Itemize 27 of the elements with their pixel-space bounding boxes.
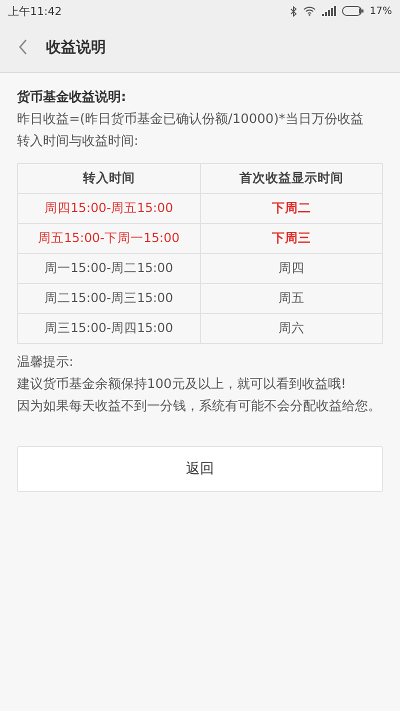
table-cell: 下周三 <box>200 224 382 254</box>
table-cell: 周四15:00-周五15:00 <box>18 194 200 224</box>
tip-text: 因为如果每天收益不到一分钱，系统有可能不会分配收益给您。 <box>17 398 382 416</box>
tips-title: 温馨提示: <box>17 354 74 372</box>
back-icon[interactable] <box>18 39 28 55</box>
table-cell: 周五15:00-下周一15:00 <box>18 224 200 254</box>
table-cell: 周一15:00-周二15:00 <box>18 254 200 284</box>
table-cell: 周二15:00-周三15:00 <box>18 284 200 314</box>
table-cell: 周六 <box>200 314 382 344</box>
section-heading: 货币基金收益说明: <box>17 88 128 107</box>
table-cell: 下周二 <box>200 194 382 224</box>
column-header: 转入时间 <box>18 164 200 194</box>
table-cell: 周三15:00-周四15:00 <box>18 314 200 344</box>
formula-text: 昨日收益=(昨日货币基金已确认份额/10000)*当日万份收益 <box>17 111 364 129</box>
bluetooth-icon <box>290 6 297 16</box>
wifi-icon <box>302 6 316 16</box>
battery-percent: 17% <box>370 6 392 16</box>
status-time: 上午11:42 <box>8 4 62 18</box>
back-button[interactable]: 返回 <box>17 446 383 492</box>
page-title: 收益说明 <box>46 38 106 56</box>
table-cell: 周四 <box>200 254 382 284</box>
tip-text: 建议货币基金余额保持100元及以上，就可以看到收益哦! <box>17 376 348 394</box>
subheading-text: 转入时间与收益时间: <box>17 133 140 151</box>
table-cell: 周五 <box>200 284 382 314</box>
column-header: 首次收益显示时间 <box>200 164 382 194</box>
signal-icon <box>322 6 336 16</box>
battery-icon <box>342 6 364 16</box>
